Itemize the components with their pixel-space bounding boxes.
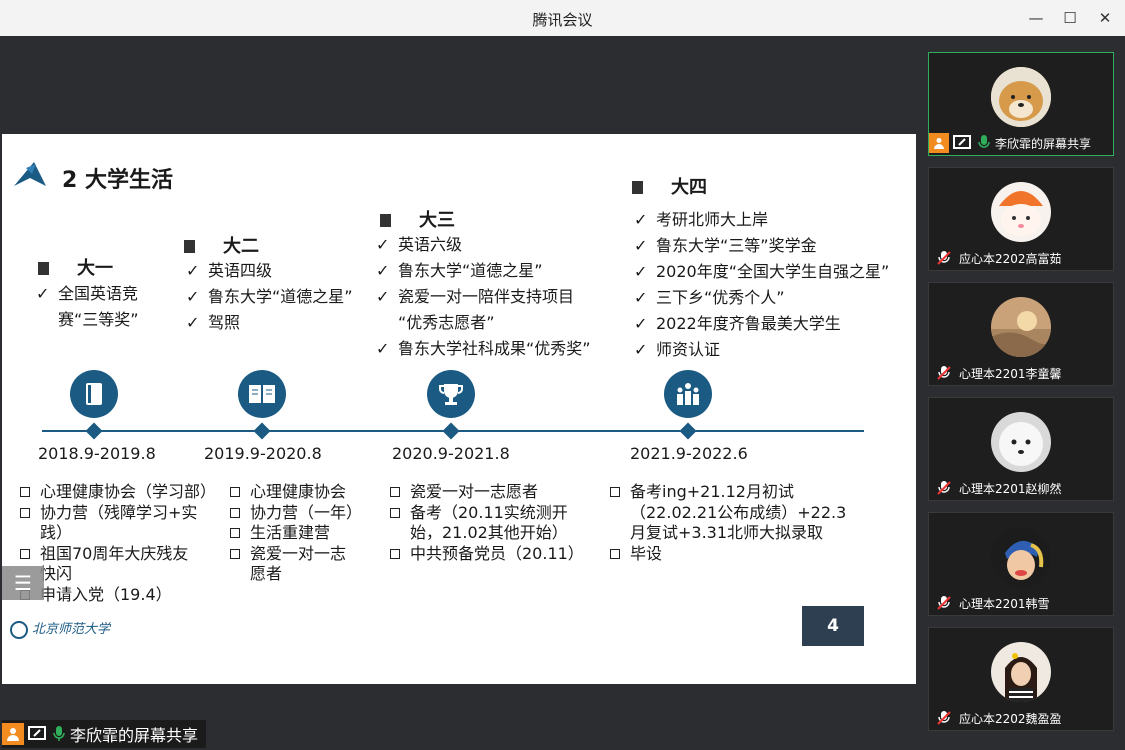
trophy-icon bbox=[427, 370, 475, 418]
book-icon bbox=[70, 370, 118, 418]
year-heading-3: 大三 bbox=[380, 206, 455, 232]
screen-share-status-bar: 李欣霏的屏幕共享 bbox=[2, 720, 207, 748]
activities-year-2: 心理健康协会 协力营（一年） 生活重建营 瓷爱一对一志 愿者 bbox=[230, 482, 380, 585]
mic-muted-icon bbox=[933, 477, 955, 499]
share-label: 李欣霏的屏幕共享 bbox=[70, 726, 199, 745]
white-dog-avatar bbox=[991, 412, 1051, 472]
participant-tile-5[interactable]: 心理本2201韩雪 bbox=[928, 512, 1114, 616]
open-book-icon bbox=[238, 370, 286, 418]
period-label-1: 2018.9-2019.8 bbox=[38, 444, 156, 463]
cat-orange-hat-avatar bbox=[991, 182, 1051, 242]
minimize-button[interactable]: — bbox=[1024, 6, 1048, 30]
activities-year-4: 备考ing+21.12月初试 （22.02.21公布成绩）+22.3 月复试+3… bbox=[610, 482, 880, 564]
timeline-node bbox=[253, 422, 271, 440]
participant-label: 应心本2202高富茹 bbox=[929, 246, 1062, 270]
screen-share-icon bbox=[953, 135, 971, 149]
mic-muted-icon bbox=[933, 247, 955, 269]
participant-label: 李欣霏的屏幕共享 bbox=[929, 131, 1091, 155]
activities-year-3: 瓷爱一对一志愿者 备考（20.11实统测开 始，21.02其他开始） 中共预备党… bbox=[390, 482, 600, 564]
maximize-button[interactable]: ☐ bbox=[1058, 6, 1082, 30]
girl-avatar bbox=[991, 642, 1051, 702]
participant-label: 心理本2201韩雪 bbox=[929, 591, 1050, 615]
user-icon bbox=[929, 133, 949, 153]
close-button[interactable]: ✕ bbox=[1093, 6, 1117, 30]
university-logo: 北京师范大学 bbox=[10, 618, 110, 639]
mic-icon bbox=[978, 135, 990, 148]
participant-label: 应心本2202魏盈盈 bbox=[929, 706, 1062, 730]
mic-muted-icon bbox=[933, 592, 955, 614]
participant-tile-3[interactable]: 心理本2201李童馨 bbox=[928, 282, 1114, 386]
participant-label: 心理本2201李童馨 bbox=[929, 361, 1062, 385]
screen-share-icon bbox=[28, 726, 46, 740]
participant-tile-6[interactable]: 应心本2202魏盈盈 bbox=[928, 627, 1114, 731]
participants-panel: 李欣霏的屏幕共享 应心本2202高富茹 心理本2201李童馨 心理本2201赵柳… bbox=[918, 36, 1125, 750]
timeline-node bbox=[442, 422, 460, 440]
timeline-node bbox=[679, 422, 697, 440]
activities-year-1: 心理健康协会（学习部） 协力营（残障学习+实 践） 祖国70周年大庆残友 快闪 … bbox=[20, 482, 230, 605]
slide-menu-button[interactable]: ☰ bbox=[2, 566, 44, 600]
mic-muted-icon bbox=[933, 362, 955, 384]
year-heading-2: 大二 bbox=[184, 232, 259, 258]
participant-tile-4[interactable]: 心理本2201赵柳然 bbox=[928, 397, 1114, 501]
page-number: 4 bbox=[802, 606, 864, 646]
shared-screen-area: 2 大学生活 大一 ✓ 全国英语竞 赛“三等奖” 大二 ✓ 英语四级 ✓ 鲁东大学“道… bbox=[0, 36, 918, 750]
sunset-avatar bbox=[991, 297, 1051, 357]
participant-label: 心理本2201赵柳然 bbox=[929, 476, 1062, 500]
shiba-dog-avatar bbox=[991, 67, 1051, 127]
awards-year-3: ✓ 英语六级 ✓ 鲁东大学“道德之星” ✓ 瓷爱一对一陪伴支持项目 “优秀志愿者” ✓… bbox=[376, 235, 591, 358]
window-title: 腾讯会议 bbox=[532, 11, 593, 29]
period-label-2: 2019.9-2020.8 bbox=[204, 444, 322, 463]
timeline-node bbox=[85, 422, 103, 440]
awards-year-4: ✓ 考研北师大上岸 ✓ 鲁东大学“三等”奖学金 ✓ 2020年度“全国大学生自强之星”… bbox=[634, 210, 890, 359]
period-label-4: 2021.9-2022.6 bbox=[630, 444, 748, 463]
podium-people-icon bbox=[664, 370, 712, 418]
awards-year-2: ✓ 英语四级 ✓ 鲁东大学“道德之星” ✓ 驾照 bbox=[186, 261, 353, 332]
participant-tile-2[interactable]: 应心本2202高富茹 bbox=[928, 167, 1114, 271]
user-icon bbox=[2, 723, 24, 745]
mic-muted-icon bbox=[933, 707, 955, 729]
title-arrow-icon bbox=[14, 162, 46, 186]
pearl-earring-avatar bbox=[991, 527, 1051, 587]
awards-year-1: ✓ 全国英语竞 赛“三等奖” bbox=[36, 284, 139, 329]
presentation-slide: 2 大学生活 大一 ✓ 全国英语竞 赛“三等奖” 大二 ✓ 英语四级 ✓ 鲁东大学“道… bbox=[2, 134, 916, 684]
mic-icon bbox=[53, 726, 65, 741]
year-heading-1: 大一 bbox=[38, 254, 113, 280]
participant-tile-1[interactable]: 李欣霏的屏幕共享 bbox=[928, 52, 1114, 156]
slide-title: 2 大学生活 bbox=[62, 168, 173, 193]
year-heading-4: 大四 bbox=[632, 173, 707, 199]
period-label-3: 2020.9-2021.8 bbox=[392, 444, 510, 463]
window-titlebar: 腾讯会议 — ☐ ✕ bbox=[0, 0, 1125, 36]
